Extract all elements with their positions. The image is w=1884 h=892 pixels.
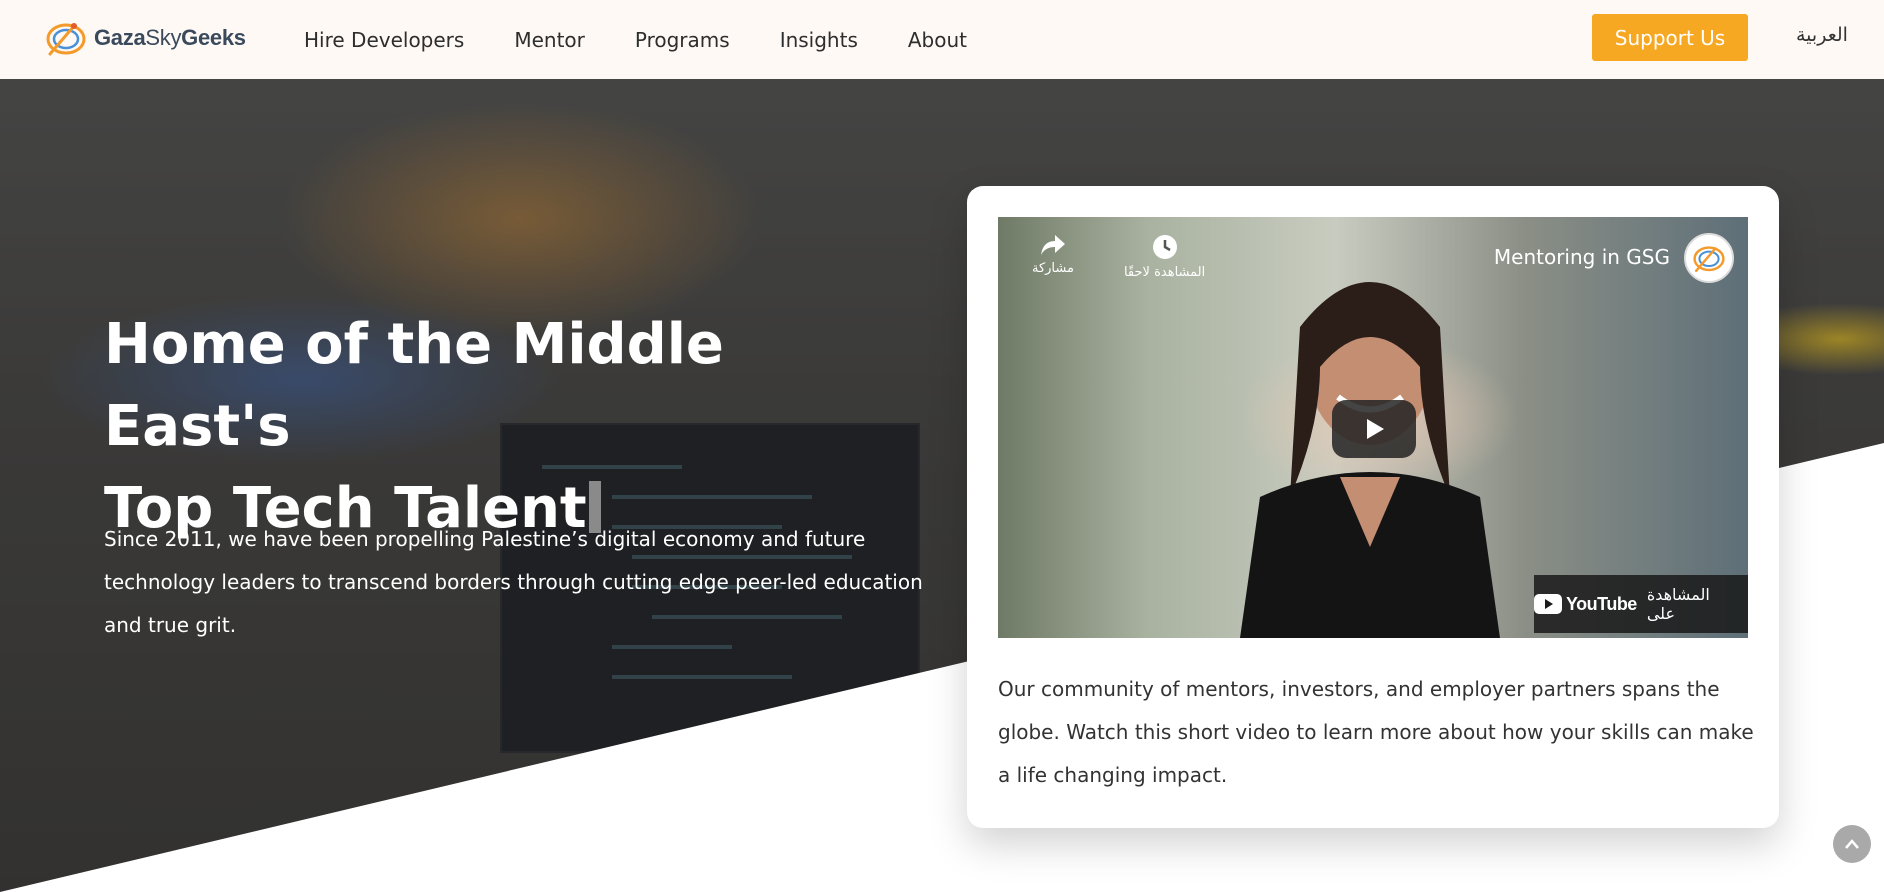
video-card-text: Our community of mentors, investors, and… [998,677,1754,787]
share-icon [1040,235,1065,255]
watch-on-label: المشاهدة على [1646,585,1710,623]
youtube-video-embed[interactable]: مشاركة المشاهدة لاحقًا Mentoring in GSG … [998,217,1748,638]
play-icon [1367,419,1384,439]
clock-icon [1152,235,1177,259]
nav-insights[interactable]: Insights [780,28,858,52]
youtube-label: YouTube [1566,593,1637,614]
hero-title: Home of the Middle East's Top Tech Talen… [104,304,924,550]
logo-mark-icon [46,23,86,56]
hero-description: Since 2011, we have been propelling Pale… [104,527,923,637]
chevron-up-icon [1845,839,1859,849]
youtube-logo: YouTube [1534,594,1637,615]
video-title[interactable]: Mentoring in GSG [1494,245,1670,269]
watch-later-label: المشاهدة لاحقًا [1123,265,1206,280]
channel-avatar[interactable] [1684,233,1734,283]
support-us-button[interactable]: Support Us [1592,14,1748,61]
watch-on-youtube-bar[interactable]: YouTube المشاهدة على [1534,575,1748,633]
nav-about[interactable]: About [908,28,967,52]
navbar: GazaSkyGeeks Hire Developers Mentor Prog… [0,0,1884,79]
video-top-controls: مشاركة المشاهدة لاحقًا [1032,233,1205,280]
channel-logo-icon [1693,246,1725,272]
nav-programs[interactable]: Programs [635,28,730,52]
language-switch-link[interactable]: العربية [1796,24,1848,46]
video-card: مشاركة المشاهدة لاحقًا Mentoring in GSG … [967,186,1779,828]
share-control[interactable]: مشاركة [1032,233,1074,280]
watch-later-control[interactable]: المشاهدة لاحقًا [1124,233,1205,280]
logo-text: GazaSkyGeeks [94,25,246,50]
scroll-to-top-button[interactable] [1833,825,1871,863]
nav-mentor[interactable]: Mentor [514,28,585,52]
youtube-icon [1534,594,1562,614]
video-play-button[interactable] [1332,400,1416,458]
share-label: مشاركة [1032,261,1074,276]
logo[interactable]: GazaSkyGeeks [44,18,246,58]
hero-title-line1: Home of the Middle East's [104,312,724,459]
main-nav: Hire Developers Mentor Programs Insights… [304,0,1017,79]
nav-hire-developers[interactable]: Hire Developers [304,28,464,52]
